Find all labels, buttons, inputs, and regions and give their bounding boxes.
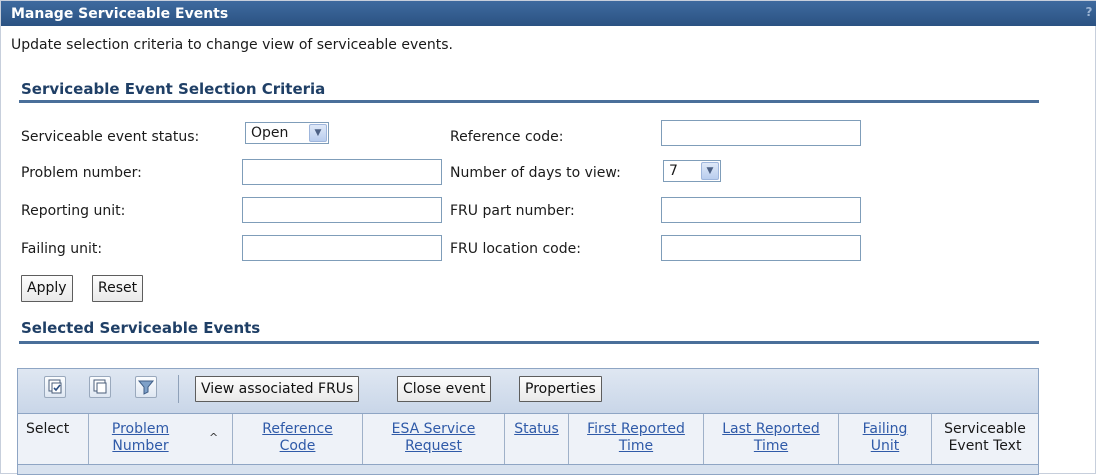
chevron-down-icon: ▼ bbox=[701, 162, 719, 180]
manage-serviceable-events-window: Manage Serviceable Events ? Update selec… bbox=[0, 0, 1096, 475]
reporting-unit-input[interactable] bbox=[242, 197, 442, 223]
column-reference-code-line2[interactable]: Code bbox=[233, 438, 362, 455]
table-toolbar: View associated FRUs Close event Propert… bbox=[18, 369, 1038, 413]
close-event-button[interactable]: Close event bbox=[397, 376, 492, 402]
column-first-line1[interactable]: First Reported bbox=[569, 421, 703, 438]
status-select-value: Open bbox=[251, 125, 289, 141]
failing-unit-input[interactable] bbox=[242, 235, 442, 261]
status-label: Serviceable event status: bbox=[21, 129, 200, 145]
title-bar: Manage Serviceable Events ? bbox=[1, 1, 1096, 26]
view-associated-frus-button[interactable]: View associated FRUs bbox=[195, 376, 360, 402]
selected-section-title: Selected Serviceable Events bbox=[21, 319, 261, 337]
reference-label: Reference code: bbox=[450, 129, 564, 145]
column-failing-line1[interactable]: Failing bbox=[839, 421, 931, 438]
fru-location-label: FRU location code: bbox=[450, 241, 581, 257]
reporting-unit-label: Reporting unit: bbox=[21, 203, 126, 219]
column-select-label: Select bbox=[26, 421, 70, 437]
table-header-row: Select Problem Number ^ Reference Code E… bbox=[18, 413, 1038, 465]
status-select[interactable]: Open ▼ bbox=[245, 122, 329, 144]
fru-location-code-input[interactable] bbox=[661, 235, 861, 261]
events-table: View associated FRUs Close event Propert… bbox=[17, 368, 1039, 475]
column-first-reported-time[interactable]: First Reported Time bbox=[569, 414, 704, 464]
criteria-section-title: Serviceable Event Selection Criteria bbox=[21, 80, 326, 98]
column-last-line1[interactable]: Last Reported bbox=[704, 421, 838, 438]
reset-button[interactable]: Reset bbox=[92, 275, 144, 302]
column-problem-number[interactable]: Problem Number ^ bbox=[89, 414, 233, 464]
help-icon[interactable]: ? bbox=[1081, 1, 1096, 26]
problem-number-input[interactable] bbox=[242, 159, 442, 185]
column-reference-code-line1[interactable]: Reference bbox=[233, 421, 362, 438]
days-label: Number of days to view: bbox=[450, 165, 621, 181]
column-esa-line2[interactable]: Request bbox=[363, 438, 504, 455]
criteria-divider bbox=[19, 100, 1039, 103]
selected-divider bbox=[19, 341, 1039, 344]
column-select: Select bbox=[18, 414, 89, 464]
column-esa-service-request[interactable]: ESA Service Request bbox=[363, 414, 505, 464]
failing-unit-label: Failing unit: bbox=[21, 241, 103, 257]
column-esa-line1[interactable]: ESA Service bbox=[363, 421, 504, 438]
select-all-icon[interactable] bbox=[44, 376, 66, 398]
problem-number-label: Problem number: bbox=[21, 165, 142, 181]
column-failing-line2[interactable]: Unit bbox=[839, 438, 931, 455]
column-event-text: Serviceable Event Text bbox=[932, 414, 1038, 464]
apply-button[interactable]: Apply bbox=[21, 275, 73, 302]
column-reference-code[interactable]: Reference Code bbox=[233, 414, 363, 464]
toolbar-separator bbox=[178, 375, 179, 403]
column-event-text-line1: Serviceable bbox=[944, 421, 1026, 437]
intro-text: Update selection criteria to change view… bbox=[11, 37, 453, 53]
column-failing-unit[interactable]: Failing Unit bbox=[839, 414, 932, 464]
properties-button[interactable]: Properties bbox=[519, 376, 602, 402]
column-last-reported-time[interactable]: Last Reported Time bbox=[704, 414, 839, 464]
days-select-value: 7 bbox=[669, 163, 678, 179]
reference-code-input[interactable] bbox=[661, 120, 861, 146]
column-first-line2[interactable]: Time bbox=[569, 438, 703, 455]
days-select[interactable]: 7 ▼ bbox=[663, 160, 721, 182]
window-title: Manage Serviceable Events bbox=[11, 6, 229, 22]
column-status-label[interactable]: Status bbox=[505, 421, 568, 438]
fru-part-label: FRU part number: bbox=[450, 203, 575, 219]
sort-ascending-icon[interactable]: ^ bbox=[209, 429, 218, 446]
column-status[interactable]: Status bbox=[505, 414, 569, 464]
filter-icon[interactable] bbox=[135, 376, 157, 398]
column-last-line2[interactable]: Time bbox=[704, 438, 838, 455]
fru-part-number-input[interactable] bbox=[661, 197, 861, 223]
column-event-text-line2: Event Text bbox=[948, 438, 1022, 454]
deselect-all-icon[interactable] bbox=[89, 376, 111, 398]
chevron-down-icon: ▼ bbox=[309, 124, 327, 142]
